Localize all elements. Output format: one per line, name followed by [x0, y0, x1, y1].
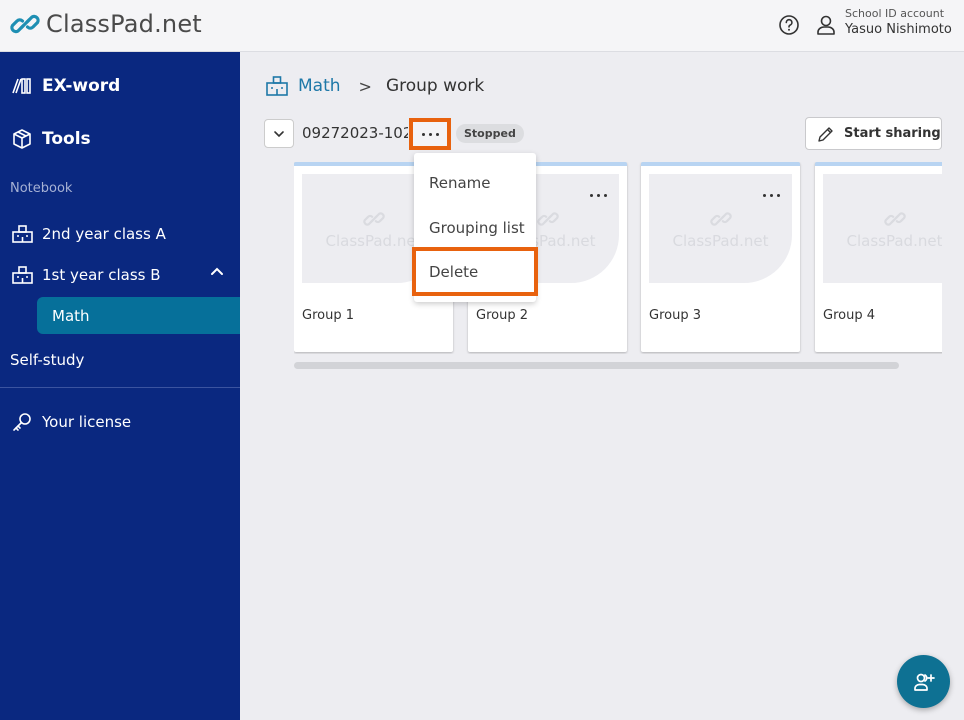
menu-item-delete[interactable]: Delete: [412, 247, 538, 296]
toolbox-icon: [11, 128, 33, 150]
add-user-button[interactable]: [897, 655, 950, 708]
sidebar-item-tools[interactable]: Tools: [0, 126, 240, 152]
logo[interactable]: ClassPad.net: [10, 9, 202, 39]
classpad-logo-icon: [883, 211, 906, 226]
horizontal-scrollbar[interactable]: [294, 362, 899, 369]
group-card[interactable]: ClassPad.net Group 3: [641, 162, 800, 352]
account-info[interactable]: School ID account Yasuo Nishimoto: [845, 8, 952, 36]
card-title: Group 2: [476, 308, 528, 323]
sidebar-item-math[interactable]: Math: [37, 297, 240, 334]
account-name: Yasuo Nishimoto: [845, 22, 952, 37]
menu-item-grouping-list[interactable]: Grouping list: [414, 208, 536, 248]
menu-item-label: Delete: [429, 262, 479, 281]
notebook-section-label: Notebook: [10, 181, 73, 196]
ellipsis-icon: [590, 194, 607, 197]
dictionary-icon: [11, 75, 33, 97]
classpad-logo-icon: [362, 211, 385, 226]
sidebar-item-1st-year-class-b[interactable]: 1st year class B: [0, 263, 240, 287]
sidebar-item-label: Your license: [42, 413, 132, 431]
sidebar-item-label: EX-word: [42, 76, 121, 96]
classpad-logo-icon: [709, 211, 732, 226]
sidebar-item-label: 1st year class B: [42, 266, 161, 284]
classpad-logo-icon: [536, 211, 559, 226]
chevron-down-icon: [274, 130, 284, 137]
sidebar-item-label: Math: [52, 306, 90, 325]
pencil-icon: [818, 126, 833, 142]
chevron-up-icon[interactable]: [210, 266, 224, 276]
sidebar-item-2nd-year-class-a[interactable]: 2nd year class A: [0, 222, 240, 246]
school-icon: [11, 223, 33, 245]
group-cards-list: ClassPad.net Group 1 ClassPad.net Group …: [294, 162, 942, 354]
add-user-icon: [913, 673, 935, 691]
thumbnail-text: ClassPad.net: [325, 231, 422, 250]
menu-item-label: Grouping list: [429, 219, 525, 237]
card-title: Group 1: [302, 308, 354, 323]
breadcrumb-separator: >: [358, 76, 372, 96]
ellipsis-icon: [763, 194, 780, 197]
breadcrumb-parent-link[interactable]: Math: [298, 76, 341, 96]
question-circle-icon[interactable]: [778, 14, 800, 36]
sidebar: EX-word Tools Notebook 2nd year class A …: [0, 52, 240, 720]
key-icon: [11, 411, 33, 433]
group-card[interactable]: ClassPad.net Group 4: [815, 162, 942, 352]
person-icon[interactable]: [816, 14, 836, 36]
school-icon: [11, 264, 33, 286]
card-more-button[interactable]: [763, 194, 780, 197]
logo-text: ClassPad.net: [46, 10, 202, 38]
school-icon: [266, 76, 288, 96]
card-thumbnail: ClassPad.net: [649, 174, 792, 283]
session-more-button[interactable]: [409, 118, 451, 150]
classpad-logo-icon: [10, 14, 40, 34]
sidebar-item-label: 2nd year class A: [42, 225, 166, 243]
thumbnail-text: ClassPad.net: [672, 231, 769, 250]
status-badge: Stopped: [456, 124, 524, 143]
account-type: School ID account: [845, 7, 945, 20]
ellipsis-icon: [421, 132, 439, 136]
session-name: 09272023-1020: [302, 124, 408, 142]
page-title: Group work: [385, 76, 485, 96]
breadcrumb: Math > Group work: [266, 76, 484, 96]
context-menu: Rename Grouping list Delete: [412, 153, 538, 302]
sidebar-item-label: Self-study: [10, 351, 85, 369]
sidebar-item-label: Tools: [42, 129, 91, 149]
menu-item-label: Rename: [429, 174, 491, 192]
sidebar-item-your-license[interactable]: Your license: [0, 410, 240, 434]
sidebar-divider: [0, 387, 240, 388]
menu-item-rename[interactable]: Rename: [414, 163, 536, 203]
start-sharing-label: Start sharing: [844, 126, 941, 141]
card-title: Group 3: [649, 308, 701, 323]
card-more-button[interactable]: [590, 194, 607, 197]
thumbnail-text: ClassPad.net: [846, 231, 942, 250]
sidebar-item-self-study[interactable]: Self-study: [0, 348, 240, 372]
app-header: ClassPad.net School ID account Yasuo Nis…: [0, 0, 964, 52]
expand-session-button[interactable]: [264, 119, 294, 148]
card-thumbnail: ClassPad.net: [823, 174, 942, 283]
sidebar-item-ex-word[interactable]: EX-word: [0, 73, 240, 99]
start-sharing-button[interactable]: Start sharing: [805, 117, 942, 150]
card-title: Group 4: [823, 308, 875, 323]
